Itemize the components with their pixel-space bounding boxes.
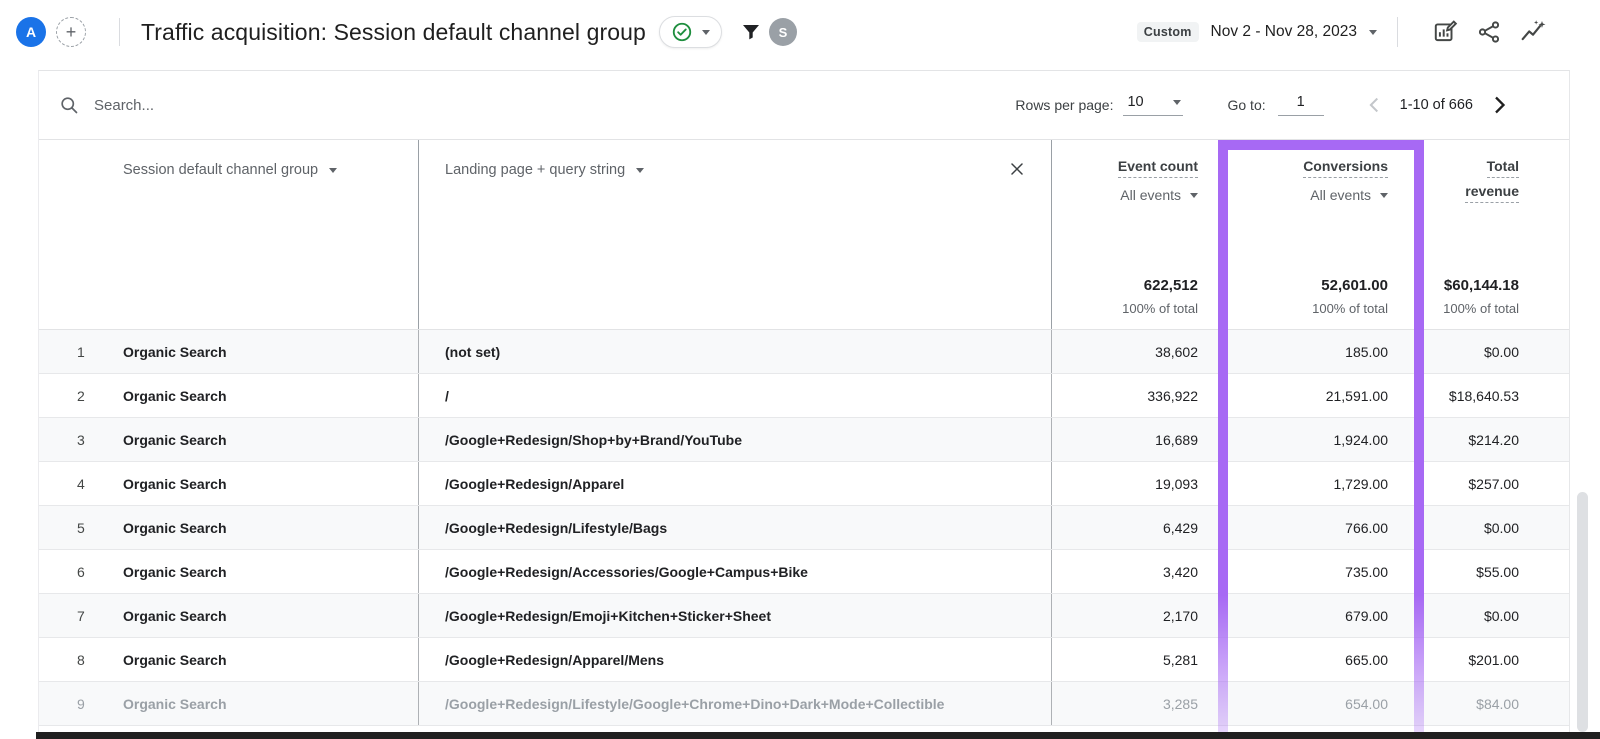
chevron-down-icon: [1380, 193, 1388, 198]
table-row: 6 Organic Search /Google+Redesign/Access…: [39, 550, 1569, 594]
conversions-column-header[interactable]: Conversions All events 52,601.00 100% of…: [1206, 140, 1416, 329]
chevron-down-icon: [1190, 193, 1198, 198]
check-circle-icon: [671, 21, 693, 43]
share-icon: [1476, 19, 1502, 45]
insights-sparkline-icon: [1520, 19, 1546, 45]
table-row: 1 Organic Search (not set) 38,602 185.00…: [39, 330, 1569, 374]
table-header: Session default channel group Landing pa…: [39, 140, 1569, 330]
table-row: 8 Organic Search /Google+Redesign/Appare…: [39, 638, 1569, 682]
total-revenue-totals: $60,144.18 100% of total: [1443, 277, 1519, 316]
previous-page-button[interactable]: [1364, 94, 1386, 116]
table-toolbar: Rows per page: 10 Go to: 1-10 of 666: [39, 71, 1569, 140]
top-bar-right: Custom Nov 2 - Nov 28, 2023: [1137, 17, 1546, 47]
ga4-report-page: A + Traffic acquisition: Session default…: [0, 0, 1600, 739]
pagination-range: 1-10 of 666: [1400, 97, 1473, 113]
edit-report-button[interactable]: [1432, 19, 1458, 45]
vertical-scrollbar[interactable]: [1577, 492, 1588, 732]
filter-funnel-icon: [739, 20, 763, 44]
report-table-card: Rows per page: 10 Go to: 1-10 of 666: [38, 70, 1570, 739]
total-revenue-column-header[interactable]: Total revenue $60,144.18 100% of total: [1416, 140, 1569, 329]
top-bar: A + Traffic acquisition: Session default…: [0, 0, 1600, 64]
table-row: 4 Organic Search /Google+Redesign/Appare…: [39, 462, 1569, 506]
search-icon: [59, 95, 79, 115]
table-row: 3 Organic Search /Google+Redesign/Shop+b…: [39, 418, 1569, 462]
search-input[interactable]: [92, 96, 396, 115]
channel-group-column-header[interactable]: Session default channel group: [101, 140, 418, 329]
row-number-header: [39, 140, 101, 329]
next-page-button[interactable]: [1487, 93, 1511, 117]
divider: [119, 18, 120, 46]
event-count-totals: 622,512 100% of total: [1122, 277, 1198, 316]
chevron-down-icon: [636, 168, 644, 173]
data-quality-pill[interactable]: [659, 16, 722, 48]
rows-per-page-select[interactable]: 10: [1123, 94, 1183, 116]
table-row: 9 Organic Search /Google+Redesign/Lifest…: [39, 682, 1569, 726]
table-row: 2 Organic Search / 336,922 21,591.00 $18…: [39, 374, 1569, 418]
date-range-selector[interactable]: Nov 2 - Nov 28, 2023: [1211, 23, 1357, 41]
custom-range-badge: Custom: [1137, 22, 1199, 42]
insights-button[interactable]: [1520, 19, 1546, 45]
goto-page-label: Go to:: [1227, 97, 1265, 113]
landing-page-column-header[interactable]: Landing page + query string: [418, 140, 1051, 329]
goto-page-input[interactable]: [1278, 94, 1324, 116]
table-row: 5 Organic Search /Google+Redesign/Lifest…: [39, 506, 1569, 550]
event-count-column-header[interactable]: Event count All events 622,512 100% of t…: [1051, 140, 1206, 329]
table-row: 7 Organic Search /Google+Redesign/Emoji+…: [39, 594, 1569, 638]
chevron-down-icon: [1173, 100, 1181, 105]
share-button[interactable]: [1476, 19, 1502, 45]
add-comparison-button[interactable]: +: [56, 17, 86, 47]
filter-button[interactable]: [739, 20, 763, 44]
event-count-all-events-select[interactable]: All events: [1120, 187, 1198, 203]
rows-per-page-label: Rows per page:: [1015, 97, 1113, 113]
collaborator-avatar[interactable]: S: [769, 18, 797, 46]
page-title: Traffic acquisition: Session default cha…: [141, 19, 646, 46]
chevron-down-icon: [1369, 30, 1377, 35]
account-avatar[interactable]: A: [16, 17, 46, 47]
divider: [1397, 17, 1398, 47]
conversions-totals: 52,601.00 100% of total: [1312, 277, 1388, 316]
edit-report-icon: [1432, 19, 1458, 45]
chevron-down-icon: [702, 30, 710, 35]
bottom-edge-bar: [36, 732, 1600, 739]
chevron-down-icon: [329, 168, 337, 173]
remove-dimension-button[interactable]: [1007, 159, 1027, 179]
conversions-all-events-select[interactable]: All events: [1310, 187, 1388, 203]
